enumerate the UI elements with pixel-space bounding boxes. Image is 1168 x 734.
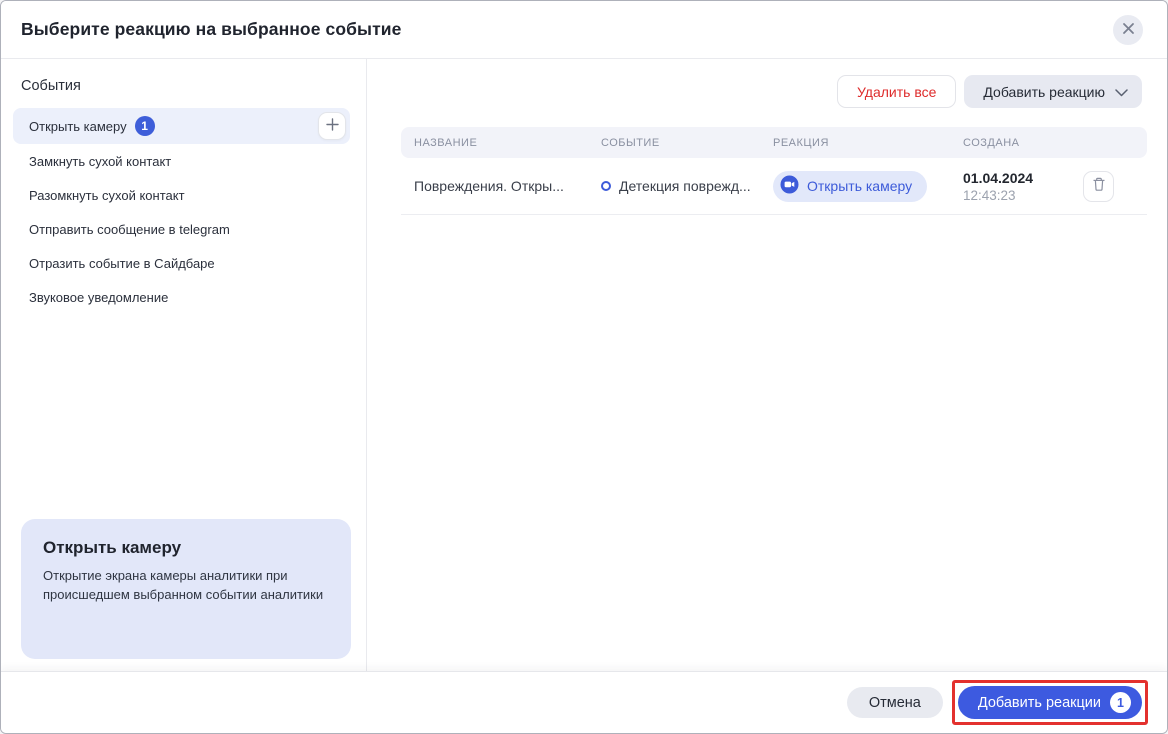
camera-icon [780,175,799,197]
sidebar-item-label: Отправить сообщение в telegram [29,222,230,237]
event-list: Открыть камеру 1 Замкнуть сухой контакт … [1,108,366,314]
delete-all-button[interactable]: Удалить все [837,75,956,108]
sidebar-item-label: Открыть камеру [29,119,127,134]
column-header-name: НАЗВАНИЕ [401,137,601,149]
column-header-reaction: РЕАКЦИЯ [773,137,963,149]
add-reaction-dropdown-button[interactable]: Добавить реакцию [964,75,1142,108]
events-sidebar: События Открыть камеру 1 Замкнуть сухой … [1,59,367,671]
close-icon [1122,22,1135,38]
reactions-table: НАЗВАНИЕ СОБЫТИЕ РЕАКЦИЯ СОЗДАНА Поврежд… [401,127,1147,215]
submit-label: Добавить реакции [978,695,1101,711]
page-title: Выберите реакцию на выбранное событие [21,19,401,40]
reactions-toolbar: Удалить все Добавить реакцию [401,75,1147,108]
column-header-created: СОЗДАНА [963,137,1083,149]
sidebar-item-label: Разомкнуть сухой контакт [29,188,185,203]
add-event-reaction-button[interactable] [318,112,346,140]
reaction-count-badge: 1 [135,116,155,136]
sidebar-item-open-camera[interactable]: Открыть камеру 1 [13,108,350,144]
sidebar-item-label: Замкнуть сухой контакт [29,154,171,169]
add-reactions-submit-button[interactable]: Добавить реакции 1 [958,686,1142,719]
event-label: Детекция поврежд... [619,178,751,194]
sidebar-item-telegram-message[interactable]: Отправить сообщение в telegram [1,212,366,246]
created-time: 12:43:23 [963,188,1083,203]
sidebar-item-label: Звуковое уведомление [29,290,168,305]
add-reaction-label: Добавить реакцию [983,84,1105,100]
event-type-icon [601,181,611,191]
cancel-button[interactable]: Отмена [847,687,943,718]
selected-reaction-info-card: Открыть камеру Открытие экрана камеры ан… [21,519,351,659]
dialog-footer: Отмена Добавить реакции 1 [1,671,1167,733]
sidebar-heading: События [21,78,366,94]
sidebar-item-sidebar-event[interactable]: Отразить событие в Сайдбаре [1,246,366,280]
sidebar-item-label: Отразить событие в Сайдбаре [29,256,215,271]
reactions-panel: Удалить все Добавить реакцию НАЗВАНИЕ СО… [367,59,1167,671]
chevron-down-icon [1115,84,1128,100]
cell-name: Повреждения. Откры... [401,178,601,194]
close-button[interactable] [1113,15,1143,45]
reaction-pill-label: Открыть камеру [807,178,912,194]
reaction-select-dialog: Выберите реакцию на выбранное событие Со… [0,0,1168,734]
dialog-header: Выберите реакцию на выбранное событие [1,1,1167,59]
reaction-pill[interactable]: Открыть камеру [773,171,927,202]
sidebar-item-close-dry-contact[interactable]: Замкнуть сухой контакт [1,144,366,178]
trash-icon [1092,177,1106,195]
cell-event: Детекция поврежд... [601,178,773,194]
cell-created: 01.04.2024 12:43:23 [963,170,1083,203]
created-date: 01.04.2024 [963,170,1083,186]
click-target-highlight: Добавить реакции 1 [952,680,1148,725]
column-header-event: СОБЫТИЕ [601,137,773,149]
cell-reaction: Открыть камеру [773,171,963,202]
table-row: Повреждения. Откры... Детекция поврежд..… [401,158,1147,215]
table-header-row: НАЗВАНИЕ СОБЫТИЕ РЕАКЦИЯ СОЗДАНА [401,127,1147,158]
info-card-description: Открытие экрана камеры аналитики при про… [43,567,329,605]
plus-icon [326,118,339,134]
cell-actions [1083,171,1114,202]
info-card-title: Открыть камеру [43,538,329,558]
sidebar-item-sound-notification[interactable]: Звуковое уведомление [1,280,366,314]
submit-count-badge: 1 [1110,692,1131,713]
dialog-body: События Открыть камеру 1 Замкнуть сухой … [1,59,1167,671]
delete-row-button[interactable] [1083,171,1114,202]
sidebar-item-open-dry-contact[interactable]: Разомкнуть сухой контакт [1,178,366,212]
